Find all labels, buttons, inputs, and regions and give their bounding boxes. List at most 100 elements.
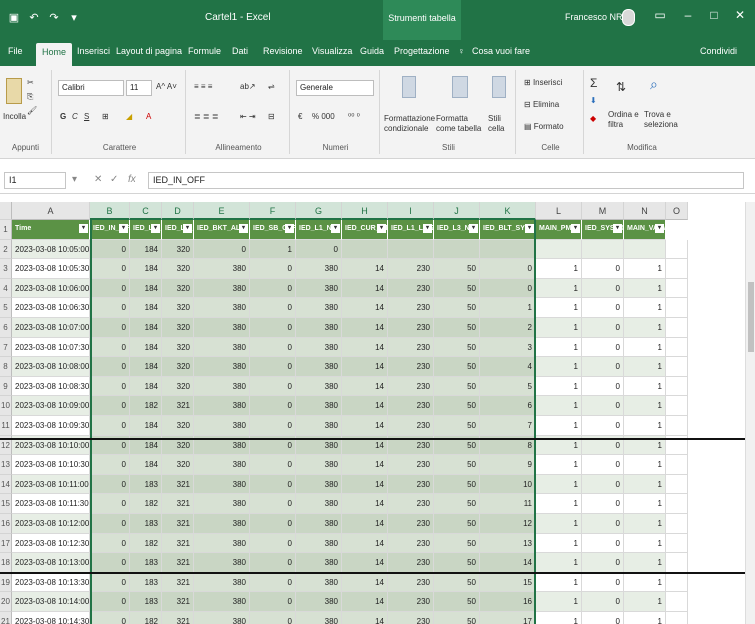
table-cell[interactable] xyxy=(666,592,688,612)
table-cell[interactable]: 0 xyxy=(582,396,624,416)
table-cell[interactable]: 2023-03-08 10:12:30 xyxy=(12,533,90,554)
table-cell[interactable]: 14 xyxy=(342,494,388,514)
row-header[interactable]: 14 xyxy=(0,474,12,495)
table-cell[interactable]: 0 xyxy=(582,298,624,318)
table-cell[interactable] xyxy=(666,357,688,377)
table-cell[interactable]: 0 xyxy=(582,592,624,612)
cell-styles-icon[interactable] xyxy=(492,76,506,98)
table-cell[interactable]: 321 xyxy=(162,396,194,416)
column-header[interactable]: B xyxy=(90,202,130,220)
table-cell[interactable]: 50 xyxy=(434,298,480,318)
table-cell[interactable]: 380 xyxy=(194,533,250,554)
table-cell[interactable] xyxy=(666,337,688,358)
table-cell[interactable]: 1 xyxy=(536,553,582,573)
table-cell[interactable]: 184 xyxy=(130,455,162,475)
paste-icon[interactable] xyxy=(6,78,22,104)
row-header[interactable]: 1 xyxy=(0,220,12,240)
row-header[interactable]: 10 xyxy=(0,396,12,416)
decimal-icon[interactable]: ⁰⁰ ⁰ xyxy=(348,112,360,121)
table-cell[interactable]: 0 xyxy=(582,278,624,299)
select-all-corner[interactable] xyxy=(0,202,12,220)
table-cell[interactable]: 1 xyxy=(624,494,666,514)
formula-input[interactable]: IED_IN_OFF xyxy=(148,172,744,189)
table-cell[interactable] xyxy=(666,612,688,624)
table-cell[interactable]: 1 xyxy=(536,357,582,377)
cancel-icon[interactable]: ✕ xyxy=(94,174,102,185)
table-cell[interactable]: 0 xyxy=(582,259,624,279)
table-cell[interactable]: 0 xyxy=(90,533,130,554)
close-icon[interactable]: ✕ xyxy=(730,8,750,28)
table-cell[interactable]: 14 xyxy=(342,278,388,299)
table-cell[interactable]: 14 xyxy=(342,612,388,624)
format-table-button[interactable]: Formatta come tabella xyxy=(436,114,484,134)
table-cell[interactable]: 182 xyxy=(130,396,162,416)
table-cell[interactable]: 0 xyxy=(480,259,536,279)
table-cell[interactable]: 0 xyxy=(582,337,624,358)
column-header[interactable]: A xyxy=(12,202,90,220)
table-cell[interactable]: 380 xyxy=(194,416,250,436)
table-cell[interactable]: 380 xyxy=(296,455,342,475)
conditional-format-icon[interactable] xyxy=(402,76,416,98)
table-header-cell[interactable]: IED_L1_L2_2 ▾ xyxy=(388,220,434,240)
row-header[interactable]: 13 xyxy=(0,455,12,475)
table-cell[interactable]: 0 xyxy=(250,298,296,318)
column-header[interactable]: G xyxy=(296,202,342,220)
table-header-cell[interactable]: MAIN_VALV ▾ xyxy=(624,220,666,240)
table-cell[interactable] xyxy=(434,239,480,260)
row-header[interactable]: 17 xyxy=(0,533,12,554)
percent-thousands[interactable]: % 000 xyxy=(312,112,335,121)
filter-dropdown-icon[interactable]: ▾ xyxy=(331,224,340,233)
table-cell[interactable]: 0 xyxy=(250,416,296,436)
table-cell[interactable]: 230 xyxy=(388,376,434,397)
tab-design[interactable]: Progettazione xyxy=(394,46,450,56)
table-cell[interactable] xyxy=(624,239,666,260)
name-box-dropdown-icon[interactable]: ▾ xyxy=(72,174,77,185)
table-cell[interactable] xyxy=(666,376,688,397)
table-cell[interactable]: 184 xyxy=(130,337,162,358)
indent-icon[interactable]: ⇤ ⇥ xyxy=(240,112,256,121)
table-cell[interactable]: 14 xyxy=(342,514,388,534)
table-cell[interactable]: 50 xyxy=(434,612,480,624)
table-header-cell[interactable]: MAIN_PMP ▾ xyxy=(536,220,582,240)
table-header-cell[interactable]: IED_SB_OFF ▾ xyxy=(250,220,296,240)
table-cell[interactable]: 14 xyxy=(342,298,388,318)
table-cell[interactable]: 182 xyxy=(130,612,162,624)
table-cell[interactable] xyxy=(666,553,688,573)
redo-icon[interactable]: ↷ xyxy=(48,11,60,24)
column-header[interactable]: F xyxy=(250,202,296,220)
table-header-cell[interactable]: IED_L1_L2▾ xyxy=(130,220,162,240)
table-cell[interactable]: 230 xyxy=(388,494,434,514)
scroll-thumb[interactable] xyxy=(748,282,754,352)
table-cell[interactable]: 0 xyxy=(582,376,624,397)
table-cell[interactable]: 183 xyxy=(130,572,162,593)
table-cell[interactable]: 50 xyxy=(434,396,480,416)
row-header[interactable]: 18 xyxy=(0,553,12,573)
find-select-button[interactable]: Trova e seleziona xyxy=(644,110,688,130)
tell-me-search[interactable]: Cosa vuoi fare xyxy=(472,46,530,56)
filter-dropdown-icon[interactable]: ▾ xyxy=(79,224,88,233)
table-cell[interactable]: 2023-03-08 10:05:00 xyxy=(12,239,90,260)
table-cell[interactable]: 1 xyxy=(536,376,582,397)
table-cell[interactable]: 230 xyxy=(388,572,434,593)
save-icon[interactable]: ▣ xyxy=(8,11,20,24)
table-cell[interactable]: 0 xyxy=(250,376,296,397)
column-header[interactable]: J xyxy=(434,202,480,220)
fill-icon[interactable]: ⬇ xyxy=(590,96,597,105)
column-header[interactable]: I xyxy=(388,202,434,220)
merge-icon[interactable]: ⊟ xyxy=(268,112,275,121)
table-cell[interactable]: 184 xyxy=(130,357,162,377)
table-cell[interactable]: 1 xyxy=(536,298,582,318)
font-grow-icon[interactable]: A^ A˅ xyxy=(156,82,177,91)
table-cell[interactable]: 0 xyxy=(90,416,130,436)
table-cell[interactable]: 2023-03-08 10:06:00 xyxy=(12,278,90,299)
table-cell[interactable]: 380 xyxy=(194,494,250,514)
table-cell[interactable]: 183 xyxy=(130,514,162,534)
table-cell[interactable] xyxy=(536,239,582,260)
table-cell[interactable]: 184 xyxy=(130,278,162,299)
table-cell[interactable]: 0 xyxy=(90,572,130,593)
table-cell[interactable]: 380 xyxy=(194,572,250,593)
table-cell[interactable]: 0 xyxy=(90,514,130,534)
table-cell[interactable] xyxy=(666,533,688,554)
table-cell[interactable]: 2023-03-08 10:14:00 xyxy=(12,592,90,612)
column-header[interactable]: K xyxy=(480,202,536,220)
